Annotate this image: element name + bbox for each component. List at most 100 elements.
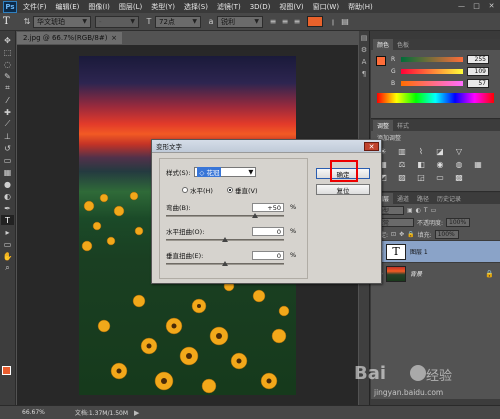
type-tool-icon[interactable]: T [3,16,21,27]
lock-all-icon[interactable]: 🔒 [407,231,414,238]
menu-type[interactable]: 类型(Y) [151,2,175,12]
blue-value-input[interactable]: 57 [467,78,489,88]
vibrance-icon[interactable]: ▽ [453,146,465,156]
lock-position-icon[interactable]: ✥ [399,231,404,238]
red-value-input[interactable]: 255 [467,54,489,64]
foreground-swatch[interactable] [376,56,386,66]
horizontal-distortion-input[interactable]: 0 [252,226,284,236]
red-slider[interactable] [401,56,463,62]
filter-type-icon[interactable]: T [424,207,428,214]
close-tab-icon[interactable]: × [111,34,117,42]
horizontal-distortion-knob[interactable] [222,237,228,242]
green-slider[interactable] [401,68,463,74]
black-white-icon[interactable]: ◧ [415,159,427,169]
photo-filter-icon[interactable]: ◉ [434,159,446,169]
move-tool-icon[interactable]: ✥ [1,35,14,45]
history-panel-icon[interactable]: ▤ [360,34,369,43]
character-panel-icon[interactable]: A [360,58,369,67]
align-center-icon[interactable]: ≡ [279,17,291,26]
blue-slider[interactable] [401,80,463,86]
marquee-tool-icon[interactable]: ⬚ [1,47,14,57]
horizontal-radio[interactable]: 水平(H) [182,185,213,195]
color-balance-icon[interactable]: ⚖ [396,159,408,169]
tab-adjustments[interactable]: 调整 [373,120,394,131]
clone-stamp-tool-icon[interactable]: ⊥ [1,131,14,141]
document-tab[interactable]: 2.jpg @ 66.7%(RGB/8#) × [17,32,122,44]
bend-slider[interactable] [166,213,284,218]
character-panel-icon[interactable]: ▤ [339,17,351,26]
close-window-icon[interactable]: ✕ [485,1,498,11]
fill-input[interactable]: 100% [434,229,459,239]
layer-name[interactable]: 背景 [410,269,422,278]
pen-tool-icon[interactable]: ✒ [1,203,14,213]
levels-icon[interactable]: ▥ [396,146,408,156]
threshold-icon[interactable]: ◲ [415,172,427,182]
channel-mixer-icon[interactable]: ◍ [453,159,465,169]
history-brush-tool-icon[interactable]: ↺ [1,143,14,153]
zoom-level[interactable]: 66.67% [22,409,45,416]
style-select[interactable]: ◇ 花冠 ▼ [194,167,257,177]
layer-name[interactable]: 图层 1 [410,247,428,256]
tab-styles[interactable]: 样式 [393,120,413,131]
properties-panel-icon[interactable]: ⚙ [360,46,369,55]
quick-select-tool-icon[interactable]: ✎ [1,71,14,81]
crop-tool-icon[interactable]: ⌗ [1,83,14,93]
green-value-input[interactable]: 109 [467,66,489,76]
text-color-swatch[interactable] [307,16,323,27]
reset-button[interactable]: 复位 [316,184,370,195]
tab-history[interactable]: 历史记录 [433,193,465,204]
shape-tool-icon[interactable]: ▭ [1,239,14,249]
status-menu-icon[interactable]: ▶ [134,409,139,417]
eraser-tool-icon[interactable]: ▭ [1,155,14,165]
exposure-icon[interactable]: ◪ [434,146,446,156]
menu-edit[interactable]: 编辑(E) [56,2,80,12]
posterize-icon[interactable]: ▨ [396,172,408,182]
color-spectrum-bar[interactable] [377,93,494,103]
warp-text-icon[interactable]: ꞁ [327,17,339,26]
orientation-toggle-icon[interactable]: ⇅ [21,17,33,26]
minimize-icon[interactable]: — [455,1,468,11]
align-right-icon[interactable]: ≡ [291,17,303,26]
font-family-select[interactable]: 华文琥珀 ▼ [33,15,91,28]
type-tool-icon[interactable]: T [1,215,14,225]
tab-swatches[interactable]: 色板 [393,39,413,50]
dodge-tool-icon[interactable]: ◐ [1,191,14,201]
paragraph-panel-icon[interactable]: ¶ [360,70,369,79]
brush-tool-icon[interactable]: ⟋ [1,119,14,129]
selective-color-icon[interactable]: ▩ [453,172,465,182]
align-left-icon[interactable]: ≡ [267,17,279,26]
vertical-distortion-slider[interactable] [166,261,284,266]
lasso-tool-icon[interactable]: ◌ [1,59,14,69]
hand-tool-icon[interactable]: ✋ [1,251,14,261]
zoom-tool-icon[interactable]: ⌕ [1,263,14,273]
menu-3d[interactable]: 3D(D) [250,3,271,11]
font-size-select[interactable]: 72点 ▼ [155,15,201,28]
opacity-input[interactable]: 100% [446,217,471,227]
layer-row[interactable]: 👁 背景 🔒 [371,262,500,284]
vertical-radio[interactable]: 垂直(V) [226,185,258,195]
filter-shape-icon[interactable]: ▭ [431,207,437,214]
bend-input[interactable]: +50 [252,202,284,212]
vertical-distortion-knob[interactable] [222,261,228,266]
gradient-tool-icon[interactable]: ▦ [1,167,14,177]
antialias-select[interactable]: 锐利 ▼ [217,15,263,28]
menu-file[interactable]: 文件(F) [23,2,47,12]
close-icon[interactable]: ✕ [364,142,379,151]
font-style-select[interactable]: - ▼ [95,15,139,28]
eyedropper-tool-icon[interactable]: ⁄ [1,95,14,105]
path-select-tool-icon[interactable]: ▸ [1,227,14,237]
blur-tool-icon[interactable]: ● [1,179,14,189]
menu-filter[interactable]: 滤镜(T) [217,2,241,12]
filter-pixel-icon[interactable]: ▣ [407,207,413,214]
horizontal-distortion-slider[interactable] [166,237,284,242]
curves-icon[interactable]: ⌇ [415,146,427,156]
lock-pixels-icon[interactable]: ⊡ [391,231,396,238]
bend-slider-knob[interactable] [251,213,258,218]
tab-color[interactable]: 颜色 [373,39,394,50]
menu-help[interactable]: 帮助(H) [348,2,373,12]
menu-view[interactable]: 视图(V) [279,2,303,12]
gradient-map-icon[interactable]: ▭ [434,172,446,182]
menu-layer[interactable]: 图层(L) [119,2,142,12]
vertical-distortion-input[interactable]: 0 [252,250,284,260]
menu-window[interactable]: 窗口(W) [313,2,339,12]
